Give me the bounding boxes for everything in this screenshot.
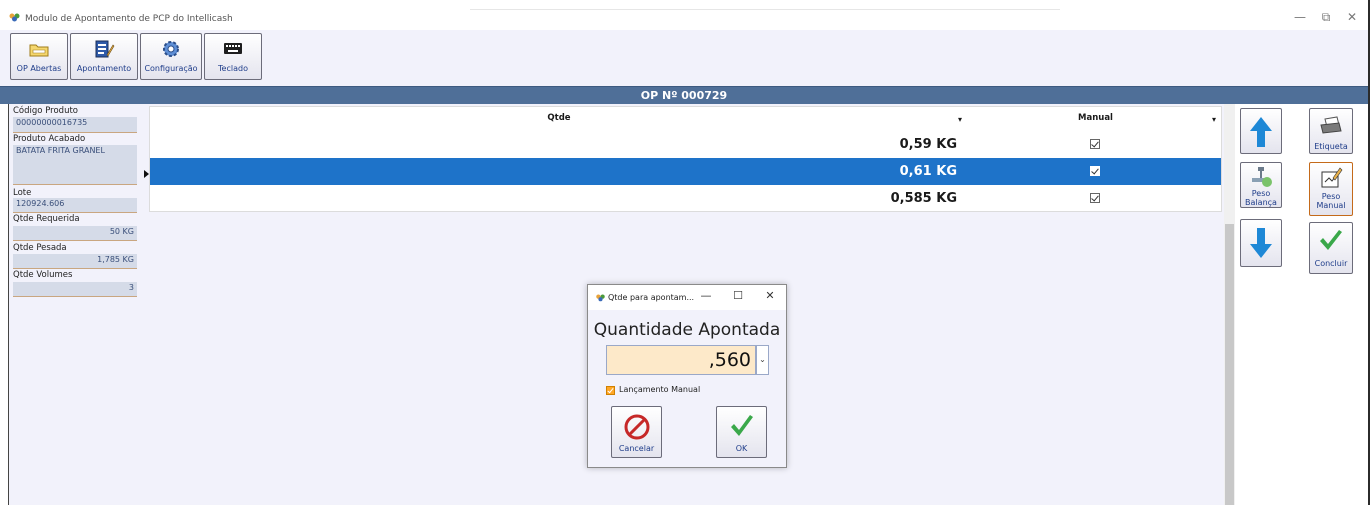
lote-value: 120924.606: [13, 198, 137, 213]
dialog-heading: Quantidade Apontada: [593, 320, 781, 340]
restore-button[interactable]: ⧉: [1312, 10, 1340, 25]
concluir-button[interactable]: Concluir: [1309, 222, 1353, 274]
cancel-button[interactable]: Cancelar: [611, 406, 662, 458]
teclado-button[interactable]: Teclado: [204, 33, 262, 80]
row-manual-checkbox[interactable]: [1090, 139, 1100, 149]
table-row-selected[interactable]: 0,61 KG: [150, 158, 1221, 185]
qtde-volumes-value: 3: [13, 282, 137, 297]
dialog-app-logo-icon: [596, 294, 605, 302]
scroll-up-button[interactable]: [1240, 108, 1282, 154]
main-toolbar: OP Abertas Apontamento Configuração Tecl…: [0, 30, 1368, 86]
qtde-sort-caret-icon[interactable]: ▾: [958, 115, 962, 124]
apontamento-button[interactable]: Apontamento: [70, 33, 138, 80]
configuracao-button[interactable]: Configuração: [140, 33, 202, 80]
ok-label: OK: [735, 444, 748, 453]
manual-weight-icon: [1321, 167, 1343, 188]
op-title: OP Nº 000729: [640, 89, 728, 102]
op-abertas-label: OP Abertas: [16, 64, 62, 73]
notepad-pencil-icon: [95, 40, 115, 58]
dialog-close-button[interactable]: ✕: [760, 289, 780, 302]
produto-acabado-value: BATATA FRITA GRANEL: [13, 145, 137, 185]
row-manual-checkbox[interactable]: [1090, 193, 1100, 203]
column-header-manual[interactable]: Manual: [968, 113, 1223, 123]
concluir-label: Concluir: [1314, 259, 1348, 268]
peso-manual-label: Peso Manual: [1316, 192, 1346, 210]
titlebar-divider: [470, 9, 1060, 10]
product-info-panel: Código Produto 00000000016735 Produto Ac…: [8, 104, 141, 505]
row-selector-arrow-icon: [144, 170, 149, 178]
codigo-produto-value: 00000000016735: [13, 117, 137, 133]
cancel-label: Cancelar: [618, 444, 655, 453]
codigo-produto-label: Código Produto: [13, 106, 78, 116]
lancamento-manual-label: Lançamento Manual: [619, 385, 701, 394]
lote-label: Lote: [13, 188, 32, 198]
printer-icon: [1320, 116, 1342, 134]
peso-balanca-label: Peso Balança: [1245, 189, 1277, 207]
qtde-pesada-value: 1,785 KG: [13, 254, 137, 269]
grid-header: Qtde ▾ Manual ▾: [150, 107, 1221, 131]
scroll-down-button[interactable]: [1240, 219, 1282, 267]
peso-manual-button[interactable]: Peso Manual: [1309, 162, 1353, 216]
ok-button[interactable]: OK: [716, 406, 767, 458]
ok-checkmark-icon: [730, 415, 753, 436]
etiqueta-label: Etiqueta: [1314, 142, 1348, 151]
dialog-maximize-button[interactable]: ☐: [728, 289, 748, 302]
row-qtde: 0,585 KG: [890, 191, 957, 206]
lancamento-manual-checkbox[interactable]: [606, 386, 615, 395]
dialog-minimize-button[interactable]: —: [696, 289, 716, 302]
qtde-pesada-label: Qtde Pesada: [13, 243, 67, 253]
op-abertas-button[interactable]: OP Abertas: [10, 33, 68, 80]
cancel-icon: [624, 414, 649, 440]
qtde-dialog: Qtde para apontam... — ☐ ✕ Quantidade Ap…: [587, 284, 787, 468]
row-manual-checkbox[interactable]: [1090, 166, 1100, 176]
etiqueta-button[interactable]: Etiqueta: [1309, 108, 1353, 154]
quantidade-dropdown-button[interactable]: ⌄: [756, 345, 769, 375]
app-logo-icon: [9, 13, 20, 22]
gear-icon: [163, 41, 179, 57]
qtde-volumes-label: Qtde Volumes: [13, 270, 73, 280]
scale-icon: [1252, 167, 1272, 187]
qtde-requerida-label: Qtde Requerida: [13, 214, 80, 224]
close-button[interactable]: ✕: [1338, 10, 1366, 24]
manual-sort-caret-icon[interactable]: ▾: [1212, 115, 1216, 124]
column-header-qtde[interactable]: Qtde: [150, 113, 968, 123]
peso-balanca-button[interactable]: Peso Balança: [1240, 162, 1282, 208]
scrollbar-thumb[interactable]: [1225, 224, 1234, 505]
vertical-scrollbar[interactable]: [1224, 104, 1235, 505]
folder-icon: [29, 44, 49, 57]
keyboard-icon: [224, 43, 242, 54]
qtde-requerida-value: 50 KG: [13, 226, 137, 241]
arrow-down-icon: [1250, 228, 1272, 258]
row-qtde: 0,61 KG: [899, 164, 957, 179]
window-title: Modulo de Apontamento de PCP do Intellic…: [25, 14, 233, 24]
apontamento-label: Apontamento: [76, 64, 132, 73]
checkmark-icon: [1320, 230, 1342, 250]
op-header-bar: OP Nº 000729: [0, 86, 1368, 104]
quantidade-input[interactable]: ,560: [606, 345, 756, 375]
dialog-title: Qtde para apontam...: [608, 293, 695, 302]
configuracao-label: Configuração: [144, 64, 198, 73]
window-titlebar: Modulo de Apontamento de PCP do Intellic…: [0, 0, 1370, 30]
minimize-button[interactable]: —: [1286, 10, 1314, 24]
produto-acabado-label: Produto Acabado: [13, 134, 86, 144]
table-row[interactable]: 0,59 KG: [150, 131, 1221, 158]
row-qtde: 0,59 KG: [899, 137, 957, 152]
dialog-body: Quantidade Apontada ,560 ⌄ Lançamento Ma…: [588, 310, 786, 467]
arrow-up-icon: [1250, 117, 1272, 147]
apontamentos-grid: Qtde ▾ Manual ▾ 0,59 KG 0,61 KG 0,585 KG: [144, 106, 1222, 212]
teclado-label: Teclado: [218, 64, 248, 73]
table-row[interactable]: 0,585 KG: [150, 185, 1221, 212]
